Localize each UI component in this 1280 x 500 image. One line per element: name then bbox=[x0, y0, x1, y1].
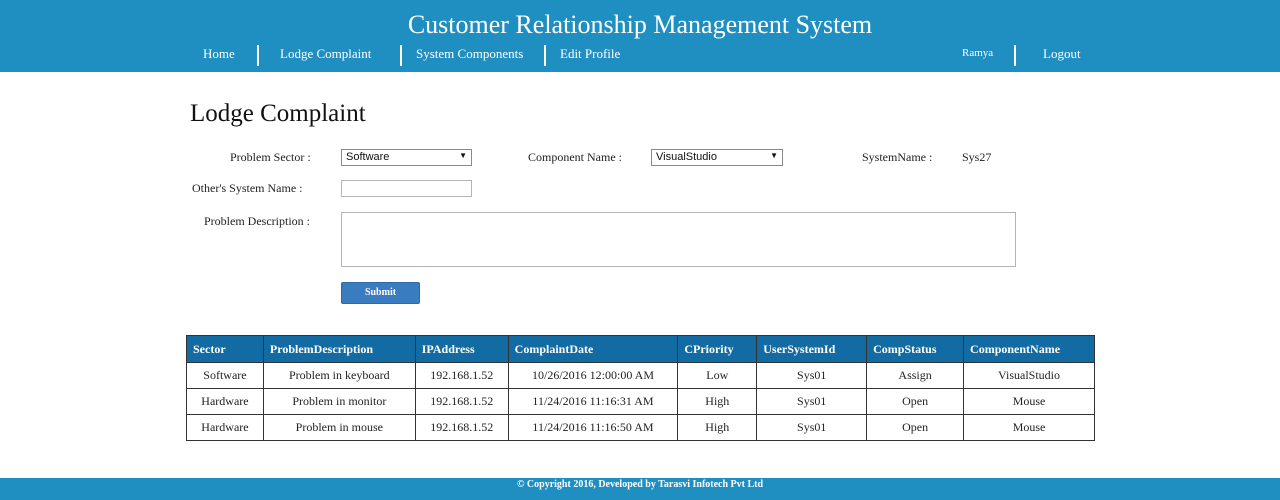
nav-edit-profile[interactable]: Edit Profile bbox=[560, 46, 620, 62]
system-name-label: SystemName : bbox=[862, 150, 933, 164]
table-cell: 11/24/2016 11:16:31 AM bbox=[507, 388, 679, 415]
nav-lodge-complaint[interactable]: Lodge Complaint bbox=[280, 46, 371, 62]
table-cell: 10/26/2016 12:00:00 AM bbox=[507, 362, 679, 389]
table-cell: VisualStudio bbox=[963, 362, 1095, 389]
nav-separator bbox=[257, 45, 259, 66]
table-cell: Software bbox=[186, 362, 264, 389]
nav-separator bbox=[544, 45, 546, 66]
table-cell: Assign bbox=[866, 362, 965, 389]
submit-button[interactable]: Submit bbox=[341, 282, 420, 304]
component-name-select[interactable]: VisualStudio ▼ bbox=[651, 149, 783, 166]
nav-logout[interactable]: Logout bbox=[1043, 46, 1081, 62]
problem-sector-select[interactable]: Software ▼ bbox=[341, 149, 472, 166]
table-cell: 192.168.1.52 bbox=[414, 388, 509, 415]
table-cell: Sys01 bbox=[756, 362, 868, 389]
dropdown-arrow-icon: ▼ bbox=[770, 151, 778, 160]
main-nav: Home Lodge Complaint System Components E… bbox=[0, 45, 1280, 67]
nav-separator bbox=[400, 45, 402, 66]
column-header: CompStatus bbox=[866, 335, 965, 363]
table-cell: Hardware bbox=[186, 388, 264, 415]
table-cell: Problem in monitor bbox=[262, 388, 416, 415]
column-header: IPAddress bbox=[414, 335, 509, 363]
nav-system-components[interactable]: System Components bbox=[416, 46, 523, 62]
others-system-name-input[interactable] bbox=[341, 180, 472, 197]
problem-description-label: Problem Description : bbox=[204, 214, 310, 228]
page-title: Lodge Complaint bbox=[190, 100, 366, 127]
component-name-label: Component Name : bbox=[528, 150, 622, 164]
column-header: UserSystemId bbox=[756, 335, 868, 363]
table-cell: 11/24/2016 11:16:50 AM bbox=[507, 414, 679, 441]
table-row: Hardware Problem in monitor 192.168.1.52… bbox=[186, 388, 1095, 415]
others-system-name-label: Other's System Name : bbox=[192, 181, 303, 195]
column-header: Sector bbox=[186, 335, 264, 363]
header-bar: Customer Relationship Management System … bbox=[0, 0, 1280, 72]
problem-sector-value: Software bbox=[346, 151, 390, 163]
table-cell: High bbox=[677, 414, 758, 441]
table-cell: High bbox=[677, 388, 758, 415]
table-cell: Problem in mouse bbox=[262, 414, 416, 441]
system-name-value: Sys27 bbox=[962, 150, 992, 164]
table-cell: Open bbox=[866, 414, 965, 441]
table-row: Hardware Problem in mouse 192.168.1.52 1… bbox=[186, 414, 1095, 441]
table-row: Software Problem in keyboard 192.168.1.5… bbox=[186, 362, 1095, 389]
table-cell: Sys01 bbox=[756, 414, 868, 441]
table-cell: 192.168.1.52 bbox=[414, 362, 509, 389]
column-header: CPriority bbox=[677, 335, 758, 363]
dropdown-arrow-icon: ▼ bbox=[459, 151, 467, 160]
nav-home[interactable]: Home bbox=[203, 46, 235, 62]
table-cell: Mouse bbox=[963, 388, 1095, 415]
footer: © Copyright 2016, Developed by Tarasvi I… bbox=[0, 478, 1280, 500]
complaints-table: Sector ProblemDescription IPAddress Comp… bbox=[186, 335, 1095, 441]
column-header: ComplaintDate bbox=[507, 335, 679, 363]
table-cell: Open bbox=[866, 388, 965, 415]
table-cell: Mouse bbox=[963, 414, 1095, 441]
table-cell: Low bbox=[677, 362, 758, 389]
nav-separator bbox=[1014, 45, 1016, 66]
copyright-text: © Copyright 2016, Developed by Tarasvi I… bbox=[516, 479, 764, 490]
user-name: Ramya bbox=[962, 47, 994, 59]
problem-description-textarea[interactable] bbox=[341, 212, 1016, 267]
table-cell: 192.168.1.52 bbox=[414, 414, 509, 441]
table-cell: Sys01 bbox=[756, 388, 868, 415]
column-header: ProblemDescription bbox=[262, 335, 416, 363]
component-name-value: VisualStudio bbox=[656, 151, 717, 163]
app-title: Customer Relationship Management System bbox=[407, 10, 873, 39]
column-header: ComponentName bbox=[963, 335, 1095, 363]
table-cell: Problem in keyboard bbox=[262, 362, 416, 389]
problem-sector-label: Problem Sector : bbox=[230, 150, 311, 164]
table-cell: Hardware bbox=[186, 414, 264, 441]
table-header-row: Sector ProblemDescription IPAddress Comp… bbox=[186, 335, 1095, 363]
